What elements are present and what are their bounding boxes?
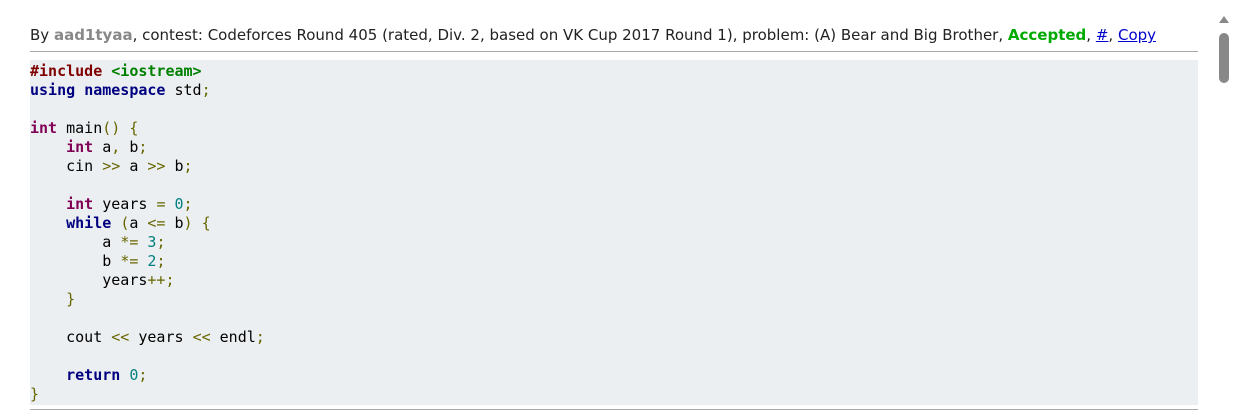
code-line: return 0; [66, 366, 148, 384]
code-line: int a, b; [66, 138, 148, 156]
contest-label: , contest: [132, 26, 203, 44]
code-block: #include <iostream>using namespace std;​… [30, 60, 1198, 405]
code-line: int main() { [30, 119, 139, 137]
code-line: using namespace std; [30, 81, 211, 99]
verdict-badge: Accepted [1007, 26, 1087, 44]
scroll-up-arrow-icon[interactable] [1219, 16, 1229, 23]
by-label: By [30, 26, 50, 44]
author-handle[interactable]: aad1tyaa [54, 26, 133, 44]
copy-link[interactable]: Copy [1118, 26, 1156, 44]
code-line: ​ [30, 176, 1198, 195]
vertical-scrollbar[interactable] [1213, 0, 1235, 417]
code-line: while (a <= b) { [66, 214, 211, 232]
problem-label: , problem: [732, 26, 810, 44]
code-line: #include <iostream> [30, 62, 202, 80]
source-code: #include <iostream>using namespace std;​… [30, 60, 1198, 404]
code-line: } [66, 290, 76, 308]
contest-name: Codeforces Round 405 (rated, Div. 2, bas… [207, 26, 733, 44]
code-line: b *= 2; [30, 252, 166, 270]
code-line: ​ [30, 309, 1198, 328]
code-line: years++; [30, 271, 175, 289]
scrollbar-thumb[interactable] [1219, 33, 1229, 83]
code-line: int years = 0; [66, 195, 193, 213]
code-line: ​ [30, 100, 1198, 119]
code-line: } [30, 385, 40, 403]
problem-name: (A) Bear and Big Brother [814, 26, 999, 44]
code-line: ​ [30, 347, 1198, 366]
code-line: cin >> a >> b; [30, 157, 193, 175]
submission-header: By aad1tyaa, contest: Codeforces Round 4… [30, 26, 1157, 44]
code-line: a *= 3; [30, 233, 166, 251]
submission-link[interactable]: # [1096, 26, 1109, 44]
header-divider [30, 51, 1198, 52]
footer-divider [30, 409, 1198, 410]
code-line: cout << years << endl; [30, 328, 265, 346]
